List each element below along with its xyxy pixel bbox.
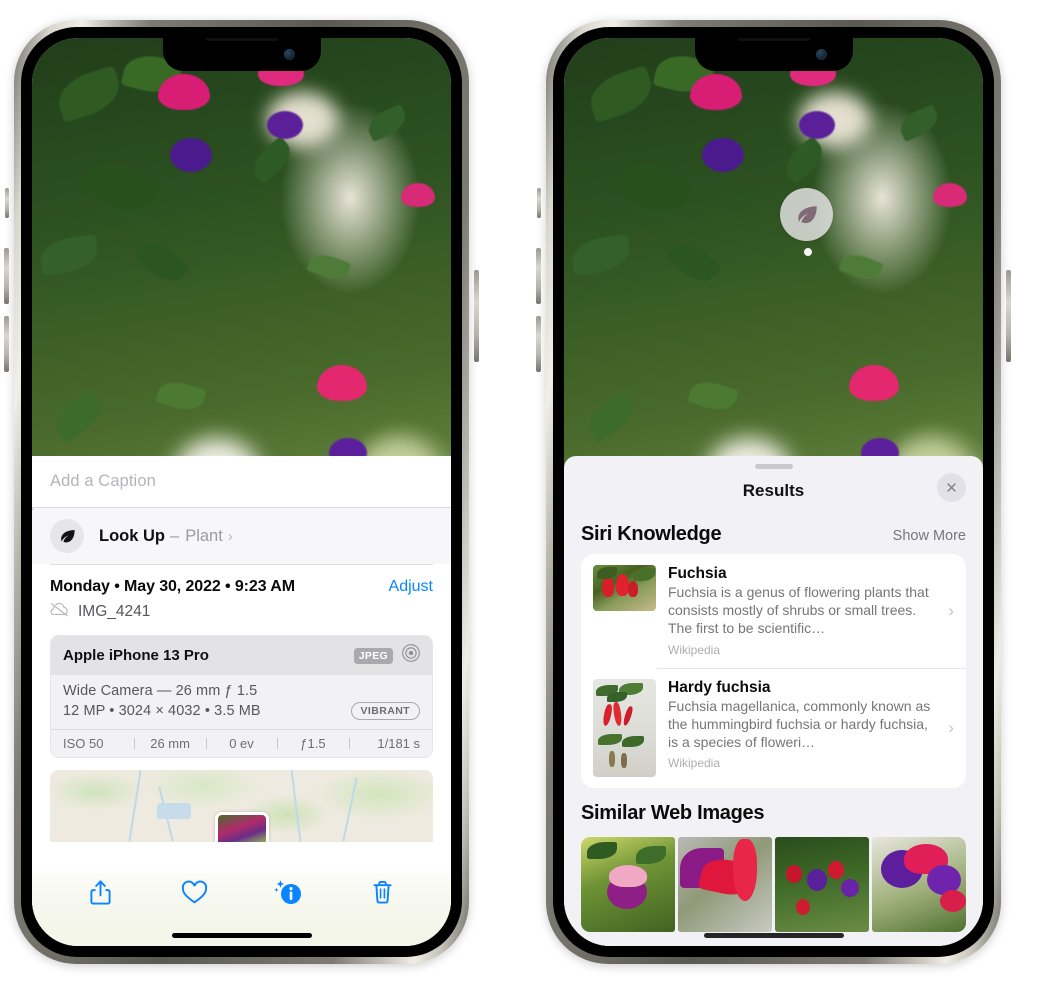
screen-left: Add a Caption ✦ ✦ Look Up – Plant [32,38,451,946]
look-up-label: Look Up [99,526,165,545]
knowledge-title: Fuchsia [668,565,727,582]
results-header: Results ✕ [564,469,983,513]
similar-web-images-header: Similar Web Images [564,788,983,833]
camera-device-name: Apple iPhone 13 Pro [63,647,209,664]
exif-settings-row: ISO 50 26 mm 0 ev ƒ1.5 1/181 s [51,729,432,757]
close-icon[interactable]: ✕ [937,473,966,502]
similar-web-images-strip[interactable] [564,836,983,932]
exif-focal-length: 26 mm [134,736,205,751]
show-more-button[interactable]: Show More [893,528,966,544]
chevron-right-icon: › [227,527,233,545]
adjust-button[interactable]: Adjust [389,578,433,596]
knowledge-description: Fuchsia is a genus of flowering plants t… [668,584,929,636]
info-sparkle-icon[interactable] [267,874,309,910]
device-bezel-right: Results ✕ Siri Knowledge Show More Fuchs… [553,27,994,957]
caption-row[interactable]: Add a Caption [32,456,451,508]
exif-card[interactable]: Apple iPhone 13 Pro JPEG Wide Camera — 2… [50,635,433,758]
knowledge-thumbnail-hardy-fuchsia [593,678,656,777]
look-up-row[interactable]: ✦ ✦ Look Up – Plant › [32,503,451,564]
knowledge-title: Hardy fuchsia [668,678,771,696]
photo-date: Monday • May 30, 2022 • 9:23 AM [50,578,295,595]
heart-icon[interactable] [174,874,216,910]
visual-look-up-anchor-dot [804,248,812,256]
exif-shutter-speed: 1/181 s [348,736,428,751]
section-title-similar-web-images: Similar Web Images [581,801,765,824]
format-badge: JPEG [353,647,393,664]
screen-right: Results ✕ Siri Knowledge Show More Fuchs… [564,38,983,946]
caption-input[interactable]: Add a Caption [50,472,156,491]
share-icon[interactable] [80,874,122,910]
results-title: Results [742,481,805,500]
photo-metadata: Monday • May 30, 2022 • 9:23 AM Adjust I… [32,564,451,622]
list-item[interactable]: Hardy fuchsia Fuchsia magellanica, commo… [581,667,966,788]
front-camera-icon-right [815,49,827,60]
volume-up-button-right[interactable] [536,248,541,304]
sparkle-icon-large: ✦ [32,503,36,519]
leaf-icon [50,519,84,553]
knowledge-source: Wikipedia [668,642,721,657]
leaf-icon [797,205,817,223]
chevron-right-icon: › [948,600,954,620]
list-item[interactable]: Fuchsia Fuchsia is a genus of flowering … [581,554,966,668]
results-sheet: Results ✕ Siri Knowledge Show More Fuchs… [564,456,983,946]
exif-aperture: ƒ1.5 [277,736,348,751]
aperture-icon[interactable] [401,643,421,668]
exif-body: Wide Camera — 26 mm ƒ 1.5 12 MP • 3024 ×… [51,675,432,729]
image-specs: 12 MP • 3024 × 4032 • 3.5 MB [63,703,261,719]
volume-up-button[interactable] [4,248,9,304]
visual-look-up-badge[interactable] [780,188,833,241]
volume-down-button[interactable] [4,316,9,372]
exif-iso: ISO 50 [63,736,104,751]
earpiece-speaker-right [736,38,811,41]
web-image-4[interactable] [872,836,966,932]
section-title-siri-knowledge: Siri Knowledge [581,523,722,545]
earpiece-speaker [204,38,279,41]
exif-header: Apple iPhone 13 Pro JPEG [51,636,432,675]
notch-right [694,38,853,71]
lens-info: Wide Camera — 26 mm ƒ 1.5 [63,683,258,699]
web-image-2[interactable] [678,836,772,932]
mute-switch[interactable] [5,188,9,218]
look-up-dash: – [170,526,180,545]
device-bezel-left: Add a Caption ✦ ✦ Look Up – Plant [21,27,462,957]
trash-icon[interactable] [361,874,403,910]
web-image-1[interactable] [581,836,675,932]
photo-filename: IMG_4241 [78,603,151,620]
notch-left [162,38,321,71]
screenshot-stage: Add a Caption ✦ ✦ Look Up – Plant [0,0,1055,985]
iphone-device-left: Add a Caption ✦ ✦ Look Up – Plant [4,20,479,964]
look-up-subject: Plant [185,526,223,545]
knowledge-thumbnail-fuchsia [593,565,656,611]
cloud-slash-icon [50,602,69,622]
front-camera-icon [283,49,295,60]
exif-exposure: 0 ev [205,736,277,751]
photographic-style-badge: VIBRANT [350,702,420,720]
home-indicator-right[interactable] [703,933,844,938]
siri-knowledge-card: Fuchsia Fuchsia is a genus of flowering … [581,554,966,788]
photo-pin[interactable] [214,812,269,842]
web-image-3[interactable] [775,836,869,932]
power-button-right[interactable] [1006,270,1011,362]
volume-down-button-right[interactable] [536,316,541,372]
home-indicator-left[interactable] [171,933,312,938]
knowledge-source: Wikipedia [668,756,721,771]
photo-location-map[interactable] [50,770,433,842]
chevron-right-icon: › [948,717,954,737]
photo-info-sheet: Add a Caption ✦ ✦ Look Up – Plant [32,456,451,946]
power-button[interactable] [474,270,479,362]
siri-knowledge-header: Siri Knowledge Show More [564,513,983,554]
knowledge-description: Fuchsia magellanica, commonly known as t… [668,697,931,750]
iphone-device-right: Results ✕ Siri Knowledge Show More Fuchs… [536,20,1011,964]
mute-switch-right[interactable] [537,188,541,218]
